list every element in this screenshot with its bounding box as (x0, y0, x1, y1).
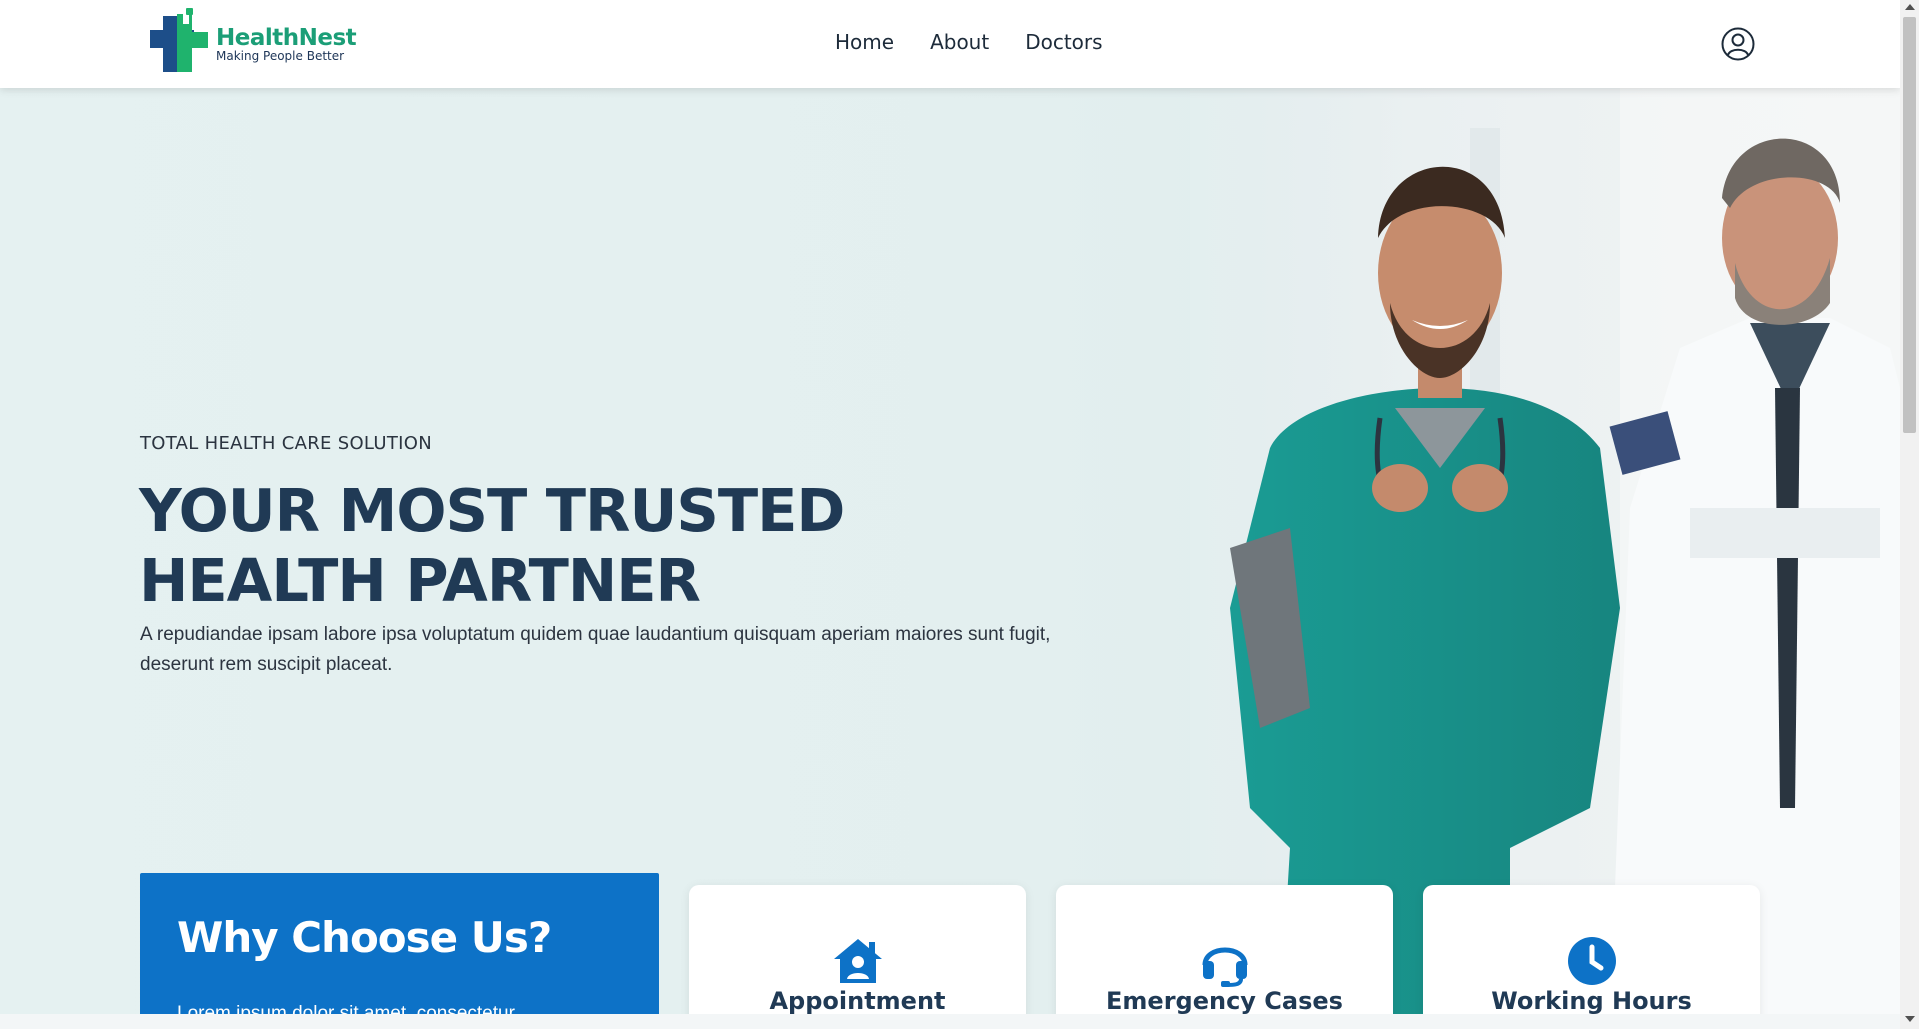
emergency-cases-card[interactable]: Emergency Cases (1056, 885, 1393, 1029)
emergency-cases-label: Emergency Cases (1106, 987, 1343, 1015)
why-choose-us-panel: Why Choose Us? Lorem ipsum dolor sit ame… (140, 873, 659, 1029)
nav-about[interactable]: About (930, 30, 989, 54)
nav-home[interactable]: Home (835, 30, 894, 54)
brand-logo[interactable]: HealthNest Making People Better (150, 8, 360, 80)
doctors-photo (1190, 88, 1900, 1014)
hero-headline-line2: HEALTH PARTNER (139, 546, 701, 615)
site-header: HealthNest Making People Better Home Abo… (0, 0, 1900, 88)
working-hours-card[interactable]: Working Hours (1423, 885, 1760, 1029)
vertical-scrollbar[interactable] (1900, 0, 1919, 1029)
main-nav: Home About Doctors (835, 30, 1103, 54)
brand-tagline: Making People Better (216, 49, 345, 63)
scrollbar-thumb[interactable] (1903, 17, 1916, 433)
user-circle-icon[interactable] (1721, 27, 1755, 61)
appointment-label: Appointment (769, 987, 946, 1015)
clock-icon (1567, 937, 1616, 985)
scroll-down-arrow-icon[interactable] (1905, 1016, 1915, 1022)
brand-name: HealthNest (216, 25, 357, 51)
working-hours-label: Working Hours (1491, 987, 1692, 1015)
why-choose-us-title: Why Choose Us? (177, 913, 552, 962)
appointment-card[interactable]: Appointment (689, 885, 1026, 1029)
medical-cross-logo-icon (150, 8, 208, 72)
hero-description: A repudiandae ipsam labore ipsa voluptat… (140, 624, 1051, 675)
scroll-up-arrow-icon[interactable] (1905, 4, 1915, 10)
house-user-icon (833, 939, 882, 983)
hero-headline-line1: YOUR MOST TRUSTED (139, 476, 845, 545)
headset-icon (1202, 947, 1247, 987)
nav-doctors[interactable]: Doctors (1025, 30, 1102, 54)
hero-eyebrow: TOTAL HEALTH CARE SOLUTION (140, 433, 432, 454)
page-bottom-edge (0, 1014, 1900, 1029)
hero-headline: YOUR MOST TRUSTED HEALTH PARTNER (139, 476, 845, 616)
